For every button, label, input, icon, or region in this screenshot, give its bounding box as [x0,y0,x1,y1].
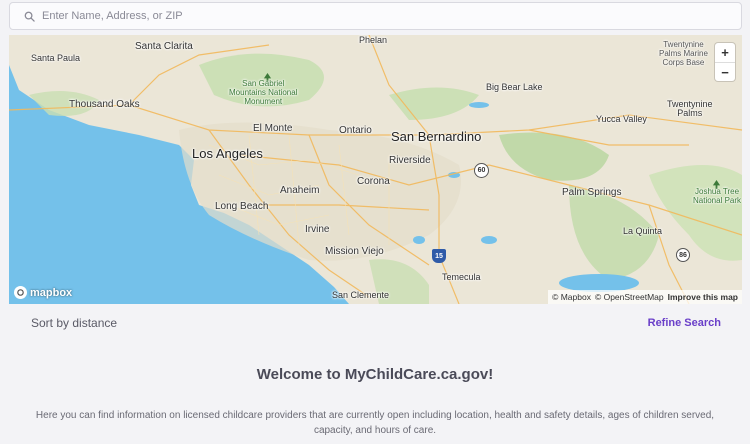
map-label-mission-viejo: Mission Viejo [325,246,384,257]
map-label-riverside: Riverside [389,155,431,166]
map-label-san-bernardino: San Bernardino [391,129,482,144]
zoom-in-button[interactable]: + [715,43,735,62]
map-label-thousand-oaks: Thousand Oaks [69,99,140,110]
zoom-control: + − [715,43,735,81]
map-label-long-beach: Long Beach [215,201,269,212]
map-label-san-clemente: San Clemente [332,290,390,300]
welcome-title: Welcome to MyChildCare.ca.gov! [256,366,494,383]
search-bar[interactable] [9,2,742,30]
page: Phelan Santa Clarita Santa Paula Twentyn… [0,0,750,444]
map-label-palm-springs: Palm Springs [562,187,622,198]
mapbox-logo-icon [14,286,27,299]
map-label-joshua-tree: Joshua Tree National Park [693,187,742,205]
sort-by-distance[interactable]: Sort by distance [31,316,117,330]
improve-map-link[interactable]: Improve this map [668,292,738,302]
search-icon [16,3,42,29]
mapbox-logo-text: mapbox [30,286,73,299]
results-toolbar: Sort by distance Refine Search [31,316,721,330]
map-label-big-bear-lake: Big Bear Lake [486,82,543,92]
attribution-mapbox-link[interactable]: © Mapbox [552,292,591,302]
map-label-yucca-valley: Yucca Valley [596,114,647,124]
attribution-osm-link[interactable]: © OpenStreetMap [595,292,664,302]
zoom-out-button[interactable]: − [715,62,735,81]
map-base [9,35,742,304]
map-label-corona: Corona [357,176,390,187]
mapbox-logo[interactable]: mapbox [14,286,72,299]
map-label-anaheim: Anaheim [280,185,320,196]
map-label-phelan: Phelan [359,35,388,45]
map-attribution: © Mapbox © OpenStreetMap Improve this ma… [548,290,742,304]
map-label-temecula: Temecula [442,272,481,282]
interstate-15-shield: 15 [432,249,446,263]
map-label-twentynine-palms: Twentynine Palms [667,99,713,118]
map-label-irvine: Irvine [305,224,330,235]
welcome-text: Here you can find information on license… [35,410,715,436]
refine-search-link[interactable]: Refine Search [648,317,721,329]
map-label-san-gabriel-mountains: San Gabriel Mountains National Monument [229,79,298,106]
map[interactable]: Phelan Santa Clarita Santa Paula Twentyn… [9,35,742,304]
map-label-el-monte: El Monte [253,123,293,134]
map-label-twentynine-palms-marine: Twentynine Palms Marine Corps Base [659,40,708,67]
map-label-santa-paula: Santa Paula [31,53,81,63]
map-label-santa-clarita: Santa Clarita [135,41,193,52]
map-label-los-angeles: Los Angeles [192,146,263,161]
highway-86-shield: 86 [676,248,690,262]
highway-60-shield: 60 [474,163,489,178]
search-input[interactable] [42,4,741,28]
map-label-la-quinta: La Quinta [623,226,663,236]
map-label-ontario: Ontario [339,125,372,136]
